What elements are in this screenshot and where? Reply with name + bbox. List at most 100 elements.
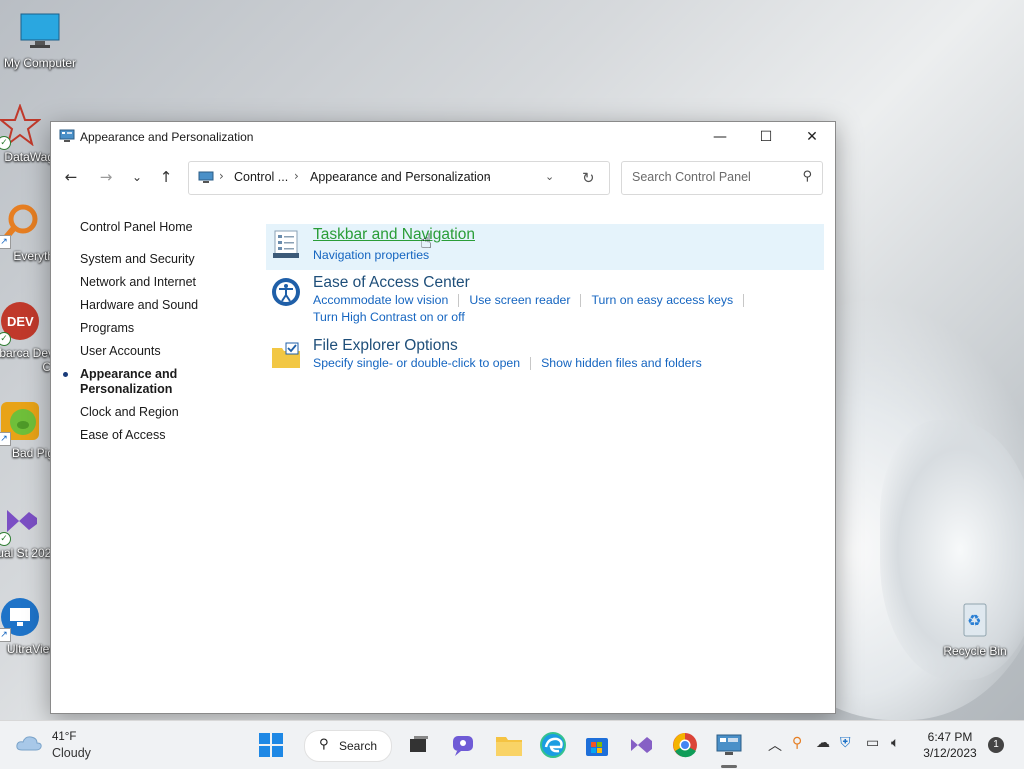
- cloud-icon: [16, 735, 42, 751]
- left-navigation: Control Panel Home System and Security N…: [63, 220, 240, 451]
- visual-studio-icon: ✓: [0, 500, 41, 546]
- task-view-icon[interactable]: [404, 730, 434, 760]
- check-badge-icon: ✓: [0, 332, 11, 346]
- search-icon: ⚲: [319, 737, 329, 752]
- start-button[interactable]: [256, 730, 286, 760]
- clock-date: 3/12/2023: [923, 746, 977, 760]
- onedrive-icon[interactable]: ☁: [816, 735, 830, 751]
- nav-clock-and-region[interactable]: Clock and Region: [80, 405, 240, 420]
- category-links: Turn High Contrast on or off: [313, 310, 465, 324]
- weather-condition: Cloudy: [52, 746, 91, 760]
- nav-user-accounts[interactable]: User Accounts: [80, 344, 240, 359]
- ease-of-access-icon: [271, 277, 301, 307]
- category-title-ease-of-access[interactable]: Ease of Access Center: [313, 274, 470, 292]
- network-icon[interactable]: ▭: [866, 735, 879, 751]
- up-button[interactable]: ↑: [155, 166, 177, 188]
- chevron-right-icon: ›: [219, 169, 224, 183]
- taskbar-search-button[interactable]: ⚲ Search: [304, 730, 392, 762]
- link-divider: [580, 294, 582, 308]
- category-links: Accommodate low vision Use screen reader T…: [313, 293, 754, 308]
- breadcrumb-control-panel[interactable]: Control ...: [234, 170, 288, 184]
- category-title-file-explorer[interactable]: File Explorer Options: [313, 337, 458, 355]
- edge-icon[interactable]: [538, 730, 568, 760]
- check-badge-icon: ✓: [0, 532, 11, 546]
- link-easy-access-keys[interactable]: Turn on easy access keys: [591, 293, 733, 307]
- control-panel-icon[interactable]: [714, 730, 744, 760]
- address-bar[interactable]: › Control ... › Appearance and Personali…: [188, 161, 610, 195]
- security-shield-icon[interactable]: ⛨: [840, 735, 851, 751]
- taskbar-icon: [271, 229, 301, 259]
- category-taskbar-and-navigation[interactable]: Taskbar and Navigation Navigation proper…: [266, 224, 824, 270]
- visual-studio-icon[interactable]: [626, 730, 656, 760]
- category-file-explorer-options: File Explorer Options Specify single- or…: [266, 335, 824, 375]
- volume-icon[interactable]: 🔈︎: [891, 735, 899, 751]
- control-panel-home-link[interactable]: Control Panel Home: [80, 220, 240, 234]
- svg-text:♻: ♻: [967, 611, 981, 630]
- nav-appearance-and-personalization[interactable]: Appearance and Personalization: [63, 367, 240, 397]
- link-use-screen-reader[interactable]: Use screen reader: [469, 293, 570, 307]
- back-button[interactable]: ←: [60, 166, 82, 188]
- datawag-icon: ✓: [0, 103, 42, 150]
- hand-pointer-icon: ☝: [420, 229, 433, 253]
- weather-temperature: 41°F: [52, 731, 77, 743]
- category-title-taskbar[interactable]: Taskbar and Navigation: [313, 226, 475, 244]
- category-links: Navigation properties: [313, 248, 429, 262]
- chrome-icon[interactable]: [670, 730, 700, 760]
- refresh-button[interactable]: ↻: [582, 169, 595, 187]
- chevron-up-icon[interactable]: ︿: [768, 735, 782, 755]
- taskbar: 41°F Cloudy ⚲ Search ︿ ⚲ ☁ ⛨ ▭ 🔈︎ 6:47 P…: [0, 720, 1024, 769]
- link-single-double-click[interactable]: Specify single- or double-click to open: [313, 356, 520, 370]
- title-bar[interactable]: Appearance and Personalization — ☐ ✕: [51, 122, 835, 152]
- everything-tray-icon[interactable]: ⚲: [792, 735, 802, 751]
- monitor-icon: [19, 10, 61, 52]
- nav-ease-of-access[interactable]: Ease of Access: [80, 428, 240, 443]
- notification-badge[interactable]: 1: [988, 737, 1004, 753]
- link-high-contrast[interactable]: Turn High Contrast on or off: [313, 310, 465, 324]
- breadcrumb-appearance[interactable]: Appearance and Personalization: [310, 170, 491, 184]
- nav-item-label: Appearance and Personalization: [80, 367, 178, 396]
- close-button[interactable]: ✕: [789, 122, 835, 152]
- store-icon[interactable]: [582, 730, 612, 760]
- bad-piggies-icon: ↗: [0, 400, 41, 446]
- desktop-icon-my-computer[interactable]: My Computer: [0, 10, 80, 70]
- chevron-right-icon: ›: [294, 169, 299, 183]
- chat-icon[interactable]: [449, 730, 479, 760]
- nav-network-and-internet[interactable]: Network and Internet: [80, 275, 240, 290]
- folder-options-icon: [271, 340, 301, 370]
- nav-hardware-and-sound[interactable]: Hardware and Sound: [80, 298, 240, 313]
- search-icon: ⚲: [802, 169, 812, 184]
- forward-button[interactable]: →: [95, 166, 117, 188]
- link-navigation-properties[interactable]: Navigation properties: [313, 248, 429, 262]
- file-explorer-icon[interactable]: [494, 730, 524, 760]
- check-badge-icon: ✓: [0, 136, 11, 150]
- chevron-down-icon[interactable]: ⌄: [545, 170, 554, 183]
- clock[interactable]: 6:47 PM 3/12/2023: [920, 729, 980, 761]
- everything-search-icon: ↗: [0, 203, 41, 249]
- shortcut-arrow-icon: ↗: [0, 628, 11, 642]
- nav-system-and-security[interactable]: System and Security: [80, 252, 240, 267]
- shortcut-arrow-icon: ↗: [0, 235, 11, 249]
- nav-programs[interactable]: Programs: [80, 321, 240, 336]
- devcpp-icon: DEV ✓: [0, 300, 41, 346]
- search-input[interactable]: [630, 169, 794, 185]
- control-panel-window: Appearance and Personalization — ☐ ✕ ← →…: [50, 121, 836, 714]
- desktop-icon-label: My Computer: [3, 56, 77, 70]
- chevron-right-icon: ›: [486, 169, 491, 183]
- search-box[interactable]: ⚲: [621, 161, 823, 195]
- ultraviewer-icon: ↗: [0, 596, 41, 642]
- link-accommodate-low-vision[interactable]: Accommodate low vision: [313, 293, 448, 307]
- active-indicator: [63, 372, 68, 377]
- window-title: Appearance and Personalization: [80, 130, 254, 144]
- maximize-button[interactable]: ☐: [743, 122, 789, 152]
- recent-locations-button[interactable]: ⌄: [126, 166, 148, 188]
- recycle-bin-icon: ♻: [954, 598, 996, 640]
- link-show-hidden-files[interactable]: Show hidden files and folders: [541, 356, 702, 370]
- shortcut-arrow-icon: ↗: [0, 432, 11, 446]
- desktop-icon-recycle-bin[interactable]: ♻ Recycle Bin: [935, 598, 1015, 658]
- minimize-button[interactable]: —: [697, 122, 743, 152]
- control-panel-icon: [198, 171, 214, 184]
- category-ease-of-access-center: Ease of Access Center Accommodate low vi…: [266, 272, 824, 328]
- link-divider: [743, 294, 745, 308]
- clock-time: 6:47 PM: [927, 730, 973, 744]
- desktop-icon-label: Recycle Bin: [943, 644, 1007, 658]
